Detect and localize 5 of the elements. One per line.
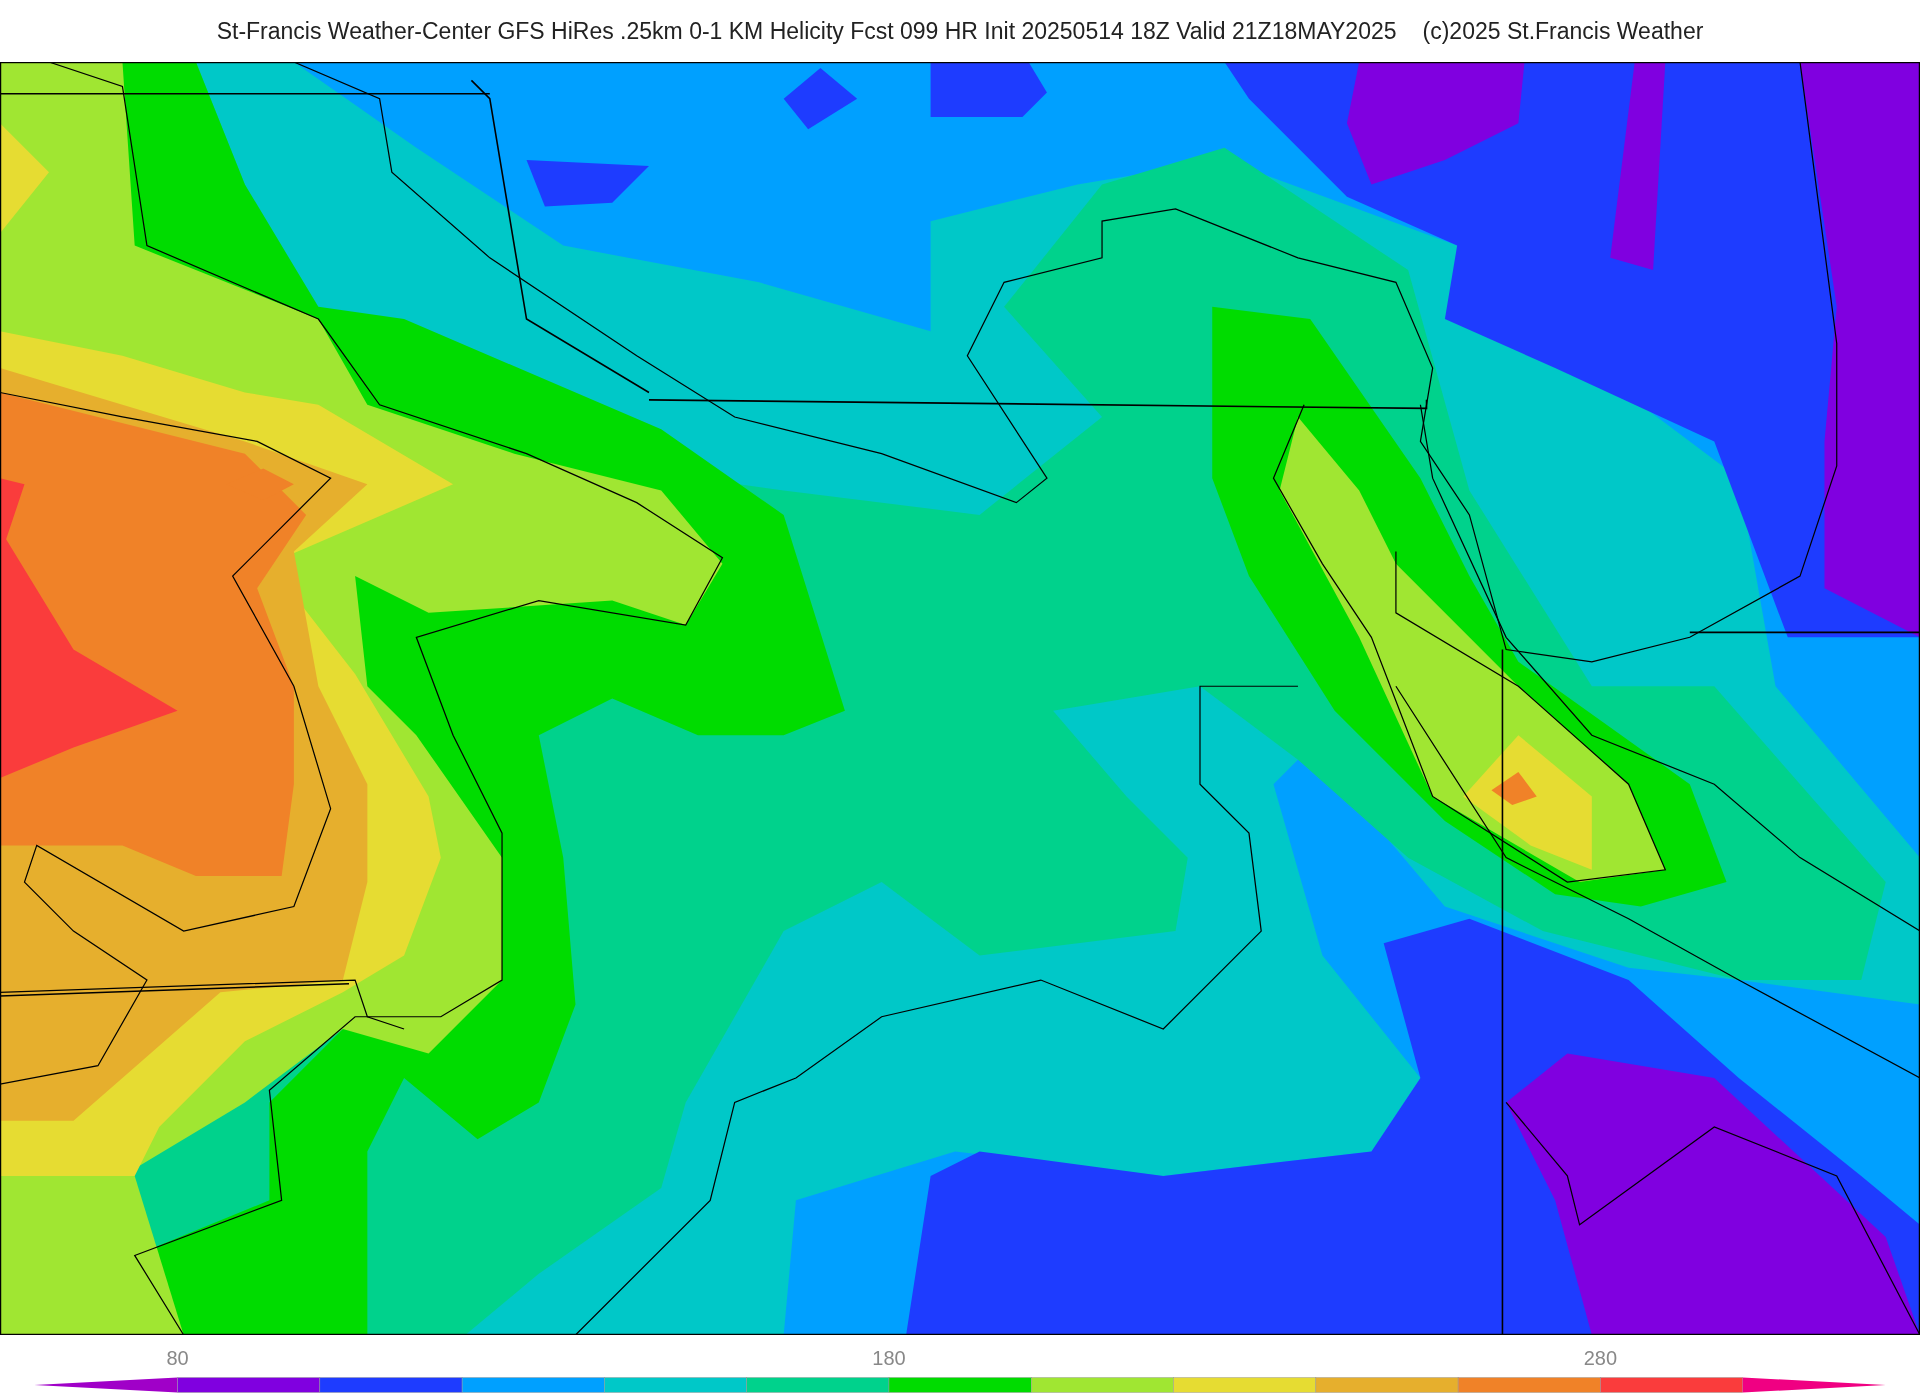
colorbar-tick-label: 80 [166, 1346, 189, 1371]
map-title: St-Francis Weather-Center GFS HiRes .25km 0-1 KM Helicity Fcst 099 HR Init 20250514 18Z Valid 21Z18MAY2025 [216, 16, 1397, 46]
copyright-text: (c)2025 St.Francis Weather [1422, 16, 1704, 46]
colorbar-tick-label: 180 [872, 1346, 906, 1371]
colorbar-tick-label: 280 [1583, 1346, 1618, 1371]
